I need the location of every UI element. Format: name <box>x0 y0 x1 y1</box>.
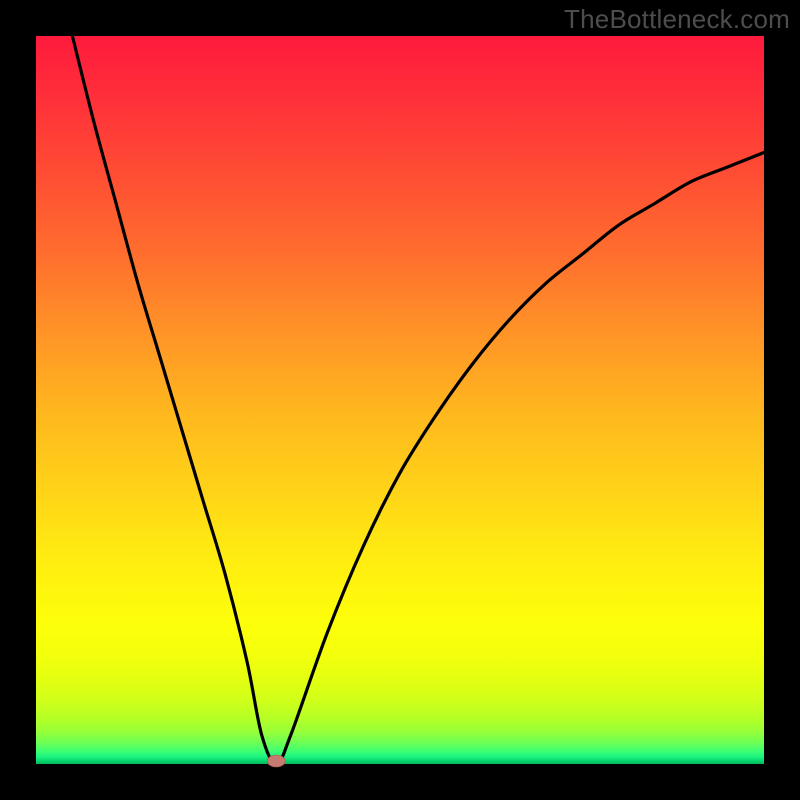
plot-area <box>36 36 764 764</box>
watermark-text: TheBottleneck.com <box>564 4 790 35</box>
curve-layer <box>36 36 764 764</box>
min-marker <box>267 755 285 767</box>
chart-frame: TheBottleneck.com <box>0 0 800 800</box>
bottleneck-curve <box>72 36 764 764</box>
